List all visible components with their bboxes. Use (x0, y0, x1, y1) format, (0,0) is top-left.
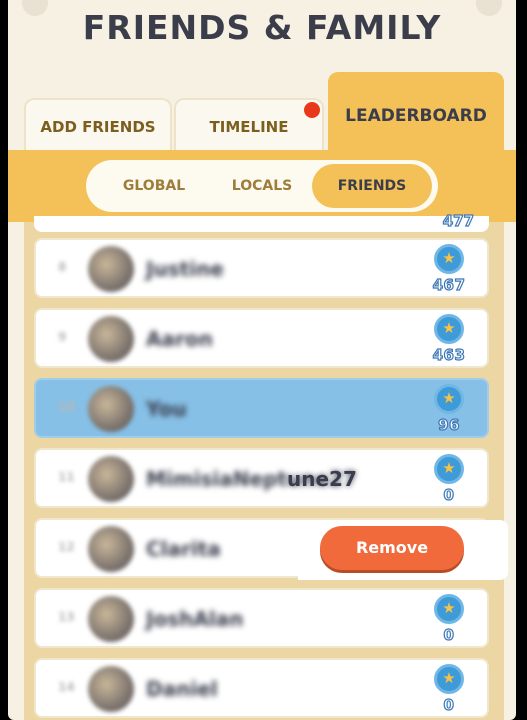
player-name: Aaron (146, 327, 213, 351)
player-name: You (146, 397, 187, 421)
avatar (88, 666, 134, 712)
list-item[interactable]: 11 MimisiaNeptune27 une27 0 (34, 448, 489, 508)
rank-number: 11 (58, 470, 75, 484)
list-item[interactable]: 12 Clarita Remove (34, 518, 508, 580)
avatar (88, 596, 134, 642)
score-badge-icon (434, 454, 464, 484)
segment-control: GLOBAL LOCALS FRIENDS (86, 160, 438, 212)
list-item[interactable]: 9 Aaron 463 (34, 308, 489, 368)
tab-add-friends[interactable]: ADD FRIENDS (24, 98, 172, 152)
score-badge-icon (434, 384, 464, 414)
score-group: 0 (429, 664, 469, 715)
leaderboard-list[interactable]: 477 8 Justine 467 9 Aaron 463 10 You (24, 211, 508, 720)
friends-family-panel: FRIENDS & FAMILY ADD FRIENDS TIMELINE LE… (8, 0, 516, 720)
score-value: 0 (443, 695, 455, 714)
score-badge-icon (434, 594, 464, 624)
score-badge-icon (434, 314, 464, 344)
list-item[interactable]: 8 Justine 467 (34, 238, 489, 298)
score-group: 0 (429, 454, 469, 505)
tab-leaderboard[interactable]: LEADERBOARD (328, 72, 504, 156)
avatar (88, 456, 134, 502)
notification-dot (304, 102, 320, 118)
player-name: Justine (146, 257, 224, 281)
score-group: 96 (429, 384, 469, 435)
score-badge-icon (434, 244, 464, 274)
score-value: 0 (443, 625, 455, 644)
score-value: 463 (432, 345, 466, 364)
remove-button[interactable]: Remove (320, 526, 464, 570)
page-title: FRIENDS & FAMILY (82, 8, 442, 47)
segment-global[interactable]: GLOBAL (98, 164, 210, 208)
partial-score: 477 (442, 211, 475, 230)
remove-action-area: Remove (298, 520, 508, 580)
player-name-visible-tail: une27 (287, 467, 357, 491)
rank-number: 8 (58, 260, 67, 274)
tab-timeline[interactable]: TIMELINE (174, 98, 324, 152)
player-name: Daniel (146, 677, 218, 701)
score-group: 0 (429, 594, 469, 645)
segment-friends[interactable]: FRIENDS (312, 164, 432, 208)
score-group: 467 (429, 244, 469, 295)
score-value: 96 (437, 415, 460, 434)
score-value: 467 (432, 275, 466, 294)
avatar (88, 386, 134, 432)
rank-number: 10 (58, 400, 75, 414)
list-item-partial (34, 216, 489, 232)
rank-number: 14 (58, 680, 75, 694)
avatar (88, 246, 134, 292)
rank-number: 13 (58, 610, 75, 624)
list-item[interactable]: 13 JoshAlan 0 (34, 588, 489, 648)
player-name: Clarita (146, 537, 221, 561)
segment-locals[interactable]: LOCALS (210, 164, 314, 208)
rank-number: 12 (58, 540, 75, 554)
list-item[interactable]: 14 Daniel 0 (34, 658, 489, 718)
avatar (88, 526, 134, 572)
score-value: 0 (443, 485, 455, 504)
player-name: JoshAlan (146, 607, 244, 631)
rank-number: 9 (58, 330, 67, 344)
score-badge-icon (434, 664, 464, 694)
score-group: 463 (429, 314, 469, 365)
avatar (88, 316, 134, 362)
list-item-you[interactable]: 10 You 96 (34, 378, 489, 438)
